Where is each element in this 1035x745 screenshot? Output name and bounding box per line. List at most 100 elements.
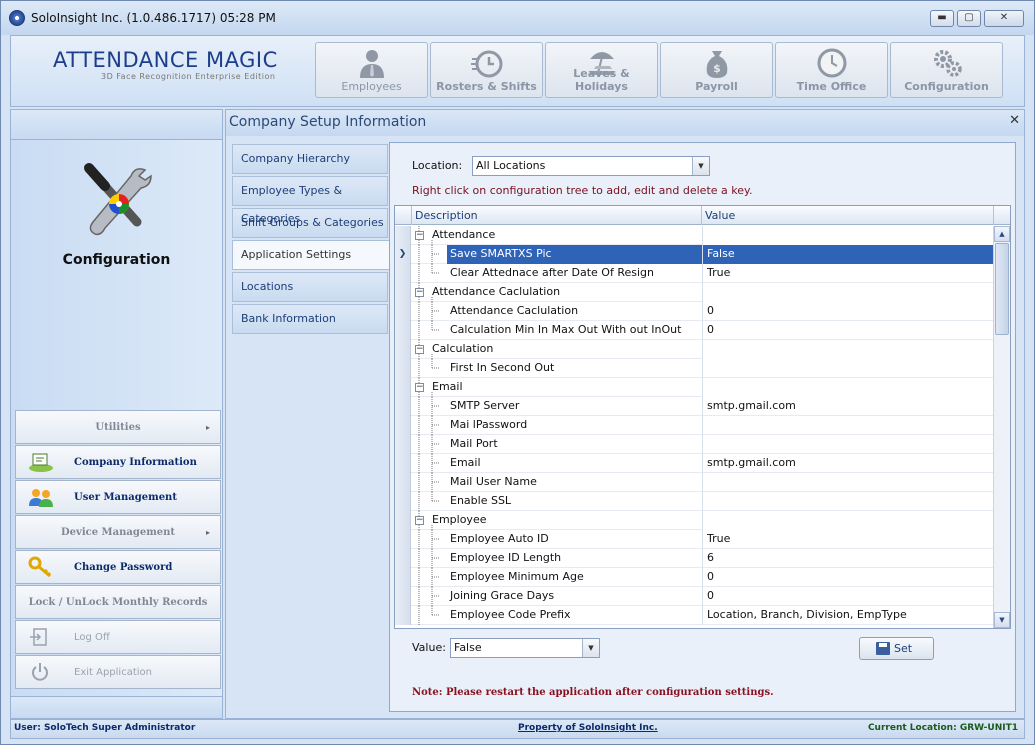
collapse-icon[interactable]: −: [415, 288, 424, 297]
column-header-description[interactable]: Description: [412, 206, 702, 225]
tab-employees[interactable]: Employees: [315, 42, 428, 98]
row-value[interactable]: Location, Branch, Division, EmpType: [702, 606, 993, 625]
row-indicator[interactable]: [395, 283, 411, 302]
row-value[interactable]: 0: [702, 587, 993, 606]
location-dropdown[interactable]: All Locations ▼: [472, 156, 710, 176]
tab-rosters-shifts[interactable]: Rosters & Shifts: [430, 42, 543, 98]
settings-tree-grid[interactable]: Description Value − Attendance ❯ Save SMART…: [394, 205, 1011, 629]
row-indicator[interactable]: [395, 340, 411, 359]
row-value[interactable]: False: [702, 245, 993, 264]
tree-setting-row[interactable]: Employee Minimum Age 0: [395, 568, 993, 587]
collapse-icon[interactable]: −: [415, 516, 424, 525]
row-indicator[interactable]: [395, 359, 411, 378]
row-value[interactable]: 0: [702, 302, 993, 321]
tree-setting-row[interactable]: Enable SSL: [395, 492, 993, 511]
tree-setting-row[interactable]: Email smtp.gmail.com: [395, 454, 993, 473]
row-value[interactable]: [702, 378, 993, 397]
row-value[interactable]: [702, 435, 993, 454]
subnav-bank-information[interactable]: Bank Information: [232, 304, 388, 334]
minimize-button[interactable]: ▬: [930, 10, 954, 27]
tree-setting-row[interactable]: First In Second Out: [395, 359, 993, 378]
row-indicator[interactable]: [395, 606, 411, 625]
row-indicator[interactable]: [395, 530, 411, 549]
tab-leaves-holidays[interactable]: Leaves & Holidays: [545, 42, 658, 98]
tree-setting-row[interactable]: Employee ID Length 6: [395, 549, 993, 568]
row-indicator[interactable]: [395, 321, 411, 340]
collapse-icon[interactable]: −: [415, 383, 424, 392]
tab-time-office[interactable]: Time Office: [775, 42, 888, 98]
row-indicator[interactable]: [395, 492, 411, 511]
tree-setting-row[interactable]: Clear Attednace after Date Of Resign True: [395, 264, 993, 283]
row-indicator[interactable]: [395, 587, 411, 606]
chevron-down-icon[interactable]: ▼: [692, 157, 709, 175]
row-indicator[interactable]: [395, 549, 411, 568]
tree-category-row[interactable]: − Email: [395, 378, 993, 397]
menu-utilities[interactable]: Utilities ▸: [15, 410, 221, 444]
subnav-locations[interactable]: Locations: [232, 272, 388, 302]
row-indicator[interactable]: [395, 568, 411, 587]
row-indicator[interactable]: ❯: [395, 245, 411, 264]
row-value[interactable]: 6: [702, 549, 993, 568]
tree-setting-row[interactable]: Mai lPassword: [395, 416, 993, 435]
menu-user-management[interactable]: User Management: [15, 480, 221, 514]
tree-setting-row[interactable]: Mail User Name: [395, 473, 993, 492]
tree-setting-row[interactable]: Joining Grace Days 0: [395, 587, 993, 606]
tree-setting-row[interactable]: Mail Port: [395, 435, 993, 454]
row-indicator[interactable]: [395, 397, 411, 416]
collapse-icon[interactable]: −: [415, 231, 424, 240]
scroll-thumb[interactable]: [995, 243, 1009, 335]
tree-category-row[interactable]: − Attendance Caclulation: [395, 283, 993, 302]
row-value[interactable]: [702, 283, 993, 302]
row-indicator[interactable]: [395, 302, 411, 321]
tree-category-row[interactable]: − Calculation: [395, 340, 993, 359]
close-button[interactable]: ✕: [984, 10, 1024, 27]
maximize-button[interactable]: ▢: [957, 10, 981, 27]
row-value[interactable]: [702, 416, 993, 435]
tree-category-row[interactable]: − Employee: [395, 511, 993, 530]
collapse-icon[interactable]: −: [415, 345, 424, 354]
row-value[interactable]: True: [702, 264, 993, 283]
row-indicator[interactable]: [395, 378, 411, 397]
row-value[interactable]: 0: [702, 568, 993, 587]
menu-lock-unlock-records[interactable]: Lock / UnLock Monthly Records: [15, 585, 221, 619]
chevron-down-icon[interactable]: ▼: [582, 639, 599, 657]
row-indicator[interactable]: [395, 226, 411, 245]
menu-change-password[interactable]: Change Password: [15, 550, 221, 584]
row-value[interactable]: smtp.gmail.com: [702, 397, 993, 416]
row-value[interactable]: [702, 340, 993, 359]
scroll-up-icon[interactable]: ▲: [994, 226, 1010, 242]
row-indicator[interactable]: [395, 435, 411, 454]
tree-setting-row[interactable]: SMTP Server smtp.gmail.com: [395, 397, 993, 416]
tree-category-row[interactable]: − Attendance: [395, 226, 993, 245]
tree-setting-row[interactable]: Attendance Caclulation 0: [395, 302, 993, 321]
row-value[interactable]: 0: [702, 321, 993, 340]
subnav-application-settings[interactable]: Application Settings: [232, 240, 390, 270]
row-indicator[interactable]: [395, 473, 411, 492]
tree-setting-row[interactable]: Calculation Min In Max Out With out InOu…: [395, 321, 993, 340]
row-indicator[interactable]: [395, 454, 411, 473]
menu-company-information[interactable]: Company Information: [15, 445, 221, 479]
row-value[interactable]: True: [702, 530, 993, 549]
tree-setting-row[interactable]: Employee Auto ID True: [395, 530, 993, 549]
row-value[interactable]: [702, 492, 993, 511]
subnav-shift-groups[interactable]: Shift Groups & Categories: [232, 208, 388, 238]
scroll-down-icon[interactable]: ▼: [994, 612, 1010, 628]
column-header-value[interactable]: Value: [702, 206, 994, 225]
row-value[interactable]: [702, 511, 993, 530]
row-value[interactable]: [702, 226, 993, 245]
menu-device-management[interactable]: Device Management ▸: [15, 515, 221, 549]
subnav-company-hierarchy[interactable]: Company Hierarchy: [232, 144, 388, 174]
tab-payroll[interactable]: $ Payroll: [660, 42, 773, 98]
tree-setting-row[interactable]: ❯ Save SMARTXS Pic False: [395, 245, 993, 264]
row-indicator[interactable]: [395, 416, 411, 435]
row-value[interactable]: smtp.gmail.com: [702, 454, 993, 473]
tree-setting-row[interactable]: Employee Code Prefix Location, Branch, Di…: [395, 606, 993, 625]
row-value[interactable]: [702, 359, 993, 378]
row-indicator[interactable]: [395, 264, 411, 283]
status-property-link[interactable]: Property of SoloInsight Inc.: [518, 723, 658, 733]
set-button[interactable]: Set: [859, 637, 934, 660]
subnav-employee-types[interactable]: Employee Types & Categories: [232, 176, 388, 225]
value-dropdown[interactable]: False ▼: [450, 638, 600, 658]
close-panel-icon[interactable]: ✕: [1009, 113, 1020, 128]
vertical-scrollbar[interactable]: ▲ ▼: [993, 226, 1010, 628]
